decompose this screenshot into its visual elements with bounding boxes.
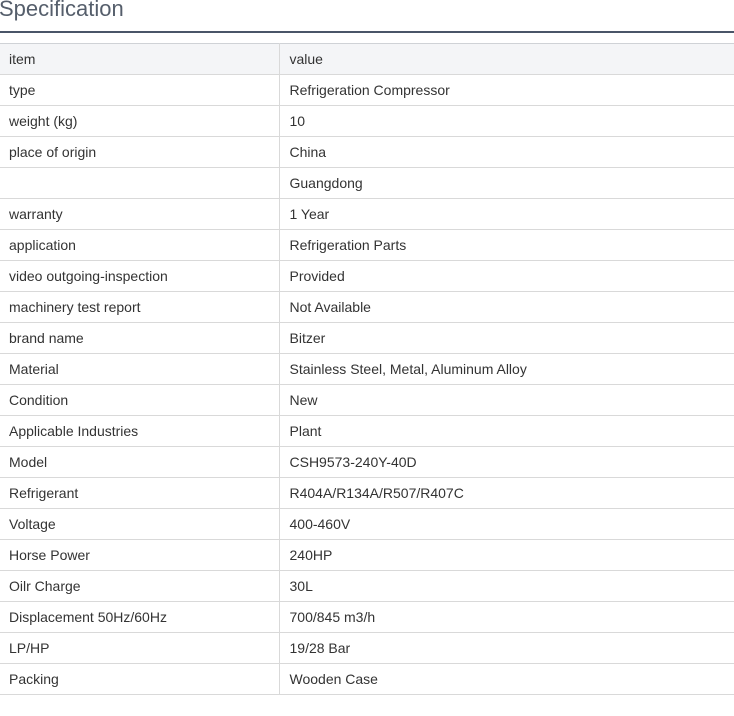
table-row: place of origin China [0,136,734,168]
table-row: Model CSH9573-240Y-40D [0,446,734,478]
table-row: brand name Bitzer [0,322,734,354]
table-row: Applicable Industries Plant [0,415,734,447]
specification-header: Specification [0,0,734,33]
table-row: Oilr Charge 30L [0,570,734,602]
table-row: machinery test report Not Available [0,291,734,323]
table-row: Condition New [0,384,734,416]
row-item-cell: Applicable Industries [0,415,280,447]
table-header-row: item value [0,43,734,75]
specification-table: item value type Refrigeration Compressor w… [0,43,734,695]
row-value-cell: CSH9573-240Y-40D [279,446,734,478]
specification-table-body: item value type Refrigeration Compressor w… [0,43,734,695]
row-item-cell: Model [0,446,280,478]
row-item-cell: Condition [0,384,280,416]
row-item-cell: weight (kg) [0,105,280,137]
row-item-cell: Oilr Charge [0,570,280,602]
row-item-cell: application [0,229,280,261]
row-item-cell: Material [0,353,280,385]
row-item-cell: brand name [0,322,280,354]
row-value-cell: Guangdong [279,167,734,199]
row-value-cell: Not Available [279,291,734,323]
table-row: Guangdong [0,167,734,199]
row-value-cell: Stainless Steel, Metal, Aluminum Alloy [279,353,734,385]
table-row: Displacement 50Hz/60Hz 700/845 m3/h [0,601,734,633]
row-item-cell: Displacement 50Hz/60Hz [0,601,280,633]
row-item-cell: Refrigerant [0,477,280,509]
row-item-cell: LP/HP [0,632,280,664]
row-item-cell: Packing [0,663,280,695]
row-value-cell: Refrigeration Compressor [279,74,734,106]
table-row: weight (kg) 10 [0,105,734,137]
row-item-cell: video outgoing-inspection [0,260,280,292]
row-value-cell: Provided [279,260,734,292]
table-row: Horse Power 240HP [0,539,734,571]
row-value-cell: 700/845 m3/h [279,601,734,633]
row-item-cell: place of origin [0,136,280,168]
table-row: video outgoing-inspection Provided [0,260,734,292]
table-row: application Refrigeration Parts [0,229,734,261]
row-value-cell: 19/28 Bar [279,632,734,664]
row-value-cell: Wooden Case [279,663,734,695]
table-row: Packing Wooden Case [0,663,734,695]
row-item-cell: Voltage [0,508,280,540]
table-row: Refrigerant R404A/R134A/R507/R407C [0,477,734,509]
row-item-cell [0,167,280,199]
column-header-value: value [279,43,734,75]
table-row: type Refrigeration Compressor [0,74,734,106]
row-value-cell: 10 [279,105,734,137]
table-row: Voltage 400-460V [0,508,734,540]
table-row: LP/HP 19/28 Bar [0,632,734,664]
row-value-cell: Refrigeration Parts [279,229,734,261]
row-value-cell: New [279,384,734,416]
table-row: warranty 1 Year [0,198,734,230]
page-title: Specification [0,0,124,21]
row-item-cell: machinery test report [0,291,280,323]
column-header-item: item [0,43,280,75]
row-value-cell: China [279,136,734,168]
row-value-cell: 240HP [279,539,734,571]
row-value-cell: Bitzer [279,322,734,354]
row-item-cell: type [0,74,280,106]
table-row: Material Stainless Steel, Metal, Aluminum… [0,353,734,385]
row-value-cell: 1 Year [279,198,734,230]
row-item-cell: Horse Power [0,539,280,571]
row-item-cell: warranty [0,198,280,230]
row-value-cell: Plant [279,415,734,447]
row-value-cell: 400-460V [279,508,734,540]
row-value-cell: R404A/R134A/R507/R407C [279,477,734,509]
row-value-cell: 30L [279,570,734,602]
